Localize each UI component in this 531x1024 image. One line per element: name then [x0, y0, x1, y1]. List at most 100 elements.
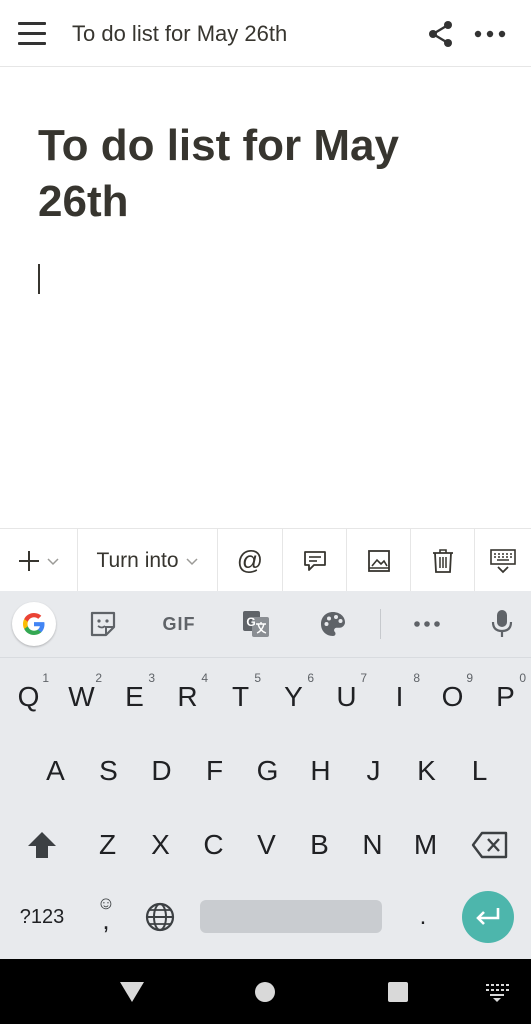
editing-toolbar: Turn into @ [0, 528, 531, 592]
comment-button[interactable] [283, 529, 347, 592]
trash-icon [432, 548, 453, 573]
delete-button[interactable] [411, 529, 475, 592]
key-b[interactable]: B [293, 815, 346, 875]
text-cursor [38, 264, 40, 294]
key-l[interactable]: L [453, 741, 506, 801]
key-f[interactable]: F [188, 741, 241, 801]
translate-icon[interactable]: G [241, 609, 271, 639]
key-g[interactable]: G [241, 741, 294, 801]
key-label: V [257, 829, 276, 860]
key-label: Q [17, 681, 40, 712]
key-label: D [151, 755, 172, 786]
shift-key[interactable] [12, 815, 72, 875]
key-j[interactable]: J [347, 741, 400, 801]
backspace-key[interactable] [460, 815, 520, 875]
key-label: R [177, 681, 198, 712]
space-key[interactable] [200, 900, 382, 933]
key-h[interactable]: H [294, 741, 347, 801]
key-number-hint: 8 [413, 671, 420, 685]
key-label: L [471, 755, 488, 786]
key-q[interactable]: Q1 [2, 667, 55, 727]
app-bar: To do list for May 26th [0, 0, 531, 67]
gif-button[interactable]: GIF [156, 609, 202, 639]
hide-keyboard-button[interactable] [475, 529, 531, 592]
key-i[interactable]: I8 [373, 667, 426, 727]
key-number-hint: 5 [254, 671, 261, 685]
menu-icon[interactable] [18, 22, 46, 46]
palette-icon[interactable] [318, 609, 348, 639]
plus-icon [18, 550, 39, 571]
key-p[interactable]: P0 [479, 667, 531, 727]
key-x[interactable]: X [134, 815, 187, 875]
key-label: K [417, 755, 436, 786]
image-button[interactable] [347, 529, 411, 592]
key-t[interactable]: T5 [214, 667, 267, 727]
comma-label: , [102, 905, 110, 935]
google-icon[interactable] [12, 602, 56, 646]
language-key[interactable] [136, 887, 184, 947]
key-label: A [46, 755, 65, 786]
turn-into-label: Turn into [96, 548, 179, 572]
key-n[interactable]: N [346, 815, 399, 875]
sticker-icon[interactable] [88, 609, 118, 639]
keyboard-hide-icon [490, 548, 516, 573]
key-label: P [496, 681, 515, 712]
key-o[interactable]: O9 [426, 667, 479, 727]
key-a[interactable]: A [29, 741, 82, 801]
key-u[interactable]: U7 [320, 667, 373, 727]
more-icon[interactable] [473, 20, 507, 48]
key-label: I [395, 681, 404, 712]
key-label: S [99, 755, 118, 786]
mention-button[interactable]: @ [218, 529, 283, 592]
key-e[interactable]: E3 [108, 667, 161, 727]
key-r[interactable]: R4 [161, 667, 214, 727]
key-label: H [310, 755, 331, 786]
key-z[interactable]: Z [81, 815, 134, 875]
share-icon[interactable] [428, 20, 454, 48]
gif-label: GIF [162, 613, 196, 634]
key-label: J [366, 755, 381, 786]
system-nav-bar [0, 959, 531, 1024]
key-k[interactable]: K [400, 741, 453, 801]
key-label: X [151, 829, 170, 860]
nav-home-icon[interactable] [252, 979, 278, 1005]
add-block-button[interactable] [0, 529, 78, 592]
chevron-down-icon [186, 557, 198, 565]
key-v[interactable]: V [240, 815, 293, 875]
key-number-hint: 7 [360, 671, 367, 685]
key-label: G [256, 755, 279, 786]
shift-icon [28, 832, 56, 858]
globe-icon [145, 902, 175, 932]
nav-back-icon[interactable] [119, 979, 145, 1005]
key-label: B [310, 829, 329, 860]
key-d[interactable]: D [135, 741, 188, 801]
key-c[interactable]: C [187, 815, 240, 875]
enter-key[interactable] [462, 891, 514, 943]
key-s[interactable]: S [82, 741, 135, 801]
key-label: N [362, 829, 383, 860]
mic-icon[interactable] [489, 609, 515, 639]
nav-keyboard-icon[interactable] [484, 979, 510, 1005]
keyboard-suggestion-bar: GIF G [0, 591, 531, 658]
more-icon[interactable] [412, 609, 442, 639]
chevron-down-icon [46, 557, 59, 565]
key-y[interactable]: Y6 [267, 667, 320, 727]
nav-recents-icon[interactable] [385, 979, 411, 1005]
key-label: Y [284, 681, 303, 712]
key-number-hint: 4 [201, 671, 208, 685]
key-label: W [68, 681, 95, 712]
key-m[interactable]: M [399, 815, 452, 875]
period-key[interactable]: . [398, 887, 448, 947]
symbols-key[interactable]: ?123 [8, 887, 76, 947]
key-w[interactable]: W2 [55, 667, 108, 727]
app-bar-title: To do list for May 26th [72, 21, 288, 46]
turn-into-button[interactable]: Turn into [78, 529, 218, 592]
page-title[interactable]: To do list for May 26th [38, 118, 478, 230]
key-label: F [205, 755, 224, 786]
key-number-hint: 3 [148, 671, 155, 685]
key-label: O [441, 681, 464, 712]
key-label: T [231, 681, 250, 712]
key-label: U [336, 681, 357, 712]
suggestion-divider [380, 609, 381, 639]
comma-key[interactable]: ☺ , [84, 887, 128, 947]
